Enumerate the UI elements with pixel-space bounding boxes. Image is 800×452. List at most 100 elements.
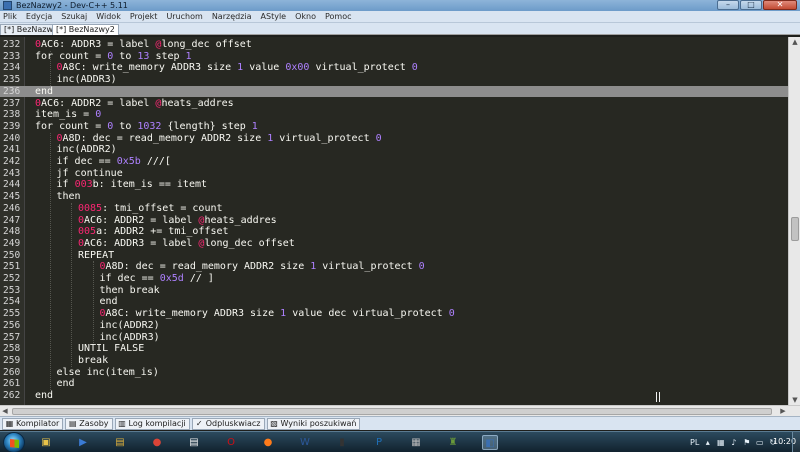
menu-item-projekt[interactable]: Projekt (130, 12, 158, 21)
code-token: long_dec offset (161, 39, 252, 50)
line-number: 256 (3, 319, 21, 331)
media-player-icon[interactable]: ▶ (75, 435, 91, 450)
code-line[interactable]: 237 0AC6: ADDR2 = label @heats_addres (0, 98, 788, 110)
code-line[interactable]: 238 item_is = 0 (0, 109, 788, 121)
network-icon[interactable]: ▦ (716, 438, 725, 447)
code-line[interactable]: 239 for count = 0 to 1032 {length} step 1 (0, 121, 788, 133)
explorer-icon[interactable]: ▣ (38, 435, 54, 450)
code-line[interactable]: 242 if dec == 0x5b ///[ (0, 156, 788, 168)
bottom-tab-5[interactable]: ▧ Wyniki poszukiwań (266, 417, 361, 430)
code-line[interactable]: 262 end (0, 390, 788, 402)
horizontal-scrollbar[interactable]: ◀ ▶ (0, 405, 800, 416)
maximize-button[interactable]: □ (740, 0, 762, 10)
bottom-tab-1[interactable]: ▦ Kompilator (2, 417, 64, 430)
code-line[interactable]: 254 end (0, 296, 788, 308)
code-token: 1 (251, 120, 258, 132)
menu-item-plik[interactable]: Plik (3, 12, 17, 21)
code-line[interactable]: 255 0A8C: write_memory ADDR3 size 1 value… (0, 308, 788, 320)
code-text: if 003b: item_is == itemt (57, 179, 208, 191)
menu-item-widok[interactable]: Widok (96, 12, 121, 21)
menu-item-narzędzia[interactable]: Narzędzia (212, 12, 252, 21)
tray-arrow-icon[interactable]: ▴ (703, 438, 712, 447)
code-line[interactable]: 250 REPEAT (0, 250, 788, 262)
code-text: inc(ADDR2) (100, 320, 160, 332)
code-line[interactable]: 252 if dec == 0x5d // ] (0, 273, 788, 285)
code-token: REPEAT (78, 249, 115, 261)
code-line[interactable]: 246 0085: tmi_offset = count (0, 203, 788, 215)
code-text: for count = 0 to 13 step 1 (35, 51, 192, 63)
minimize-button[interactable]: – (717, 0, 739, 10)
code-line[interactable]: 235 inc(ADDR3) (0, 74, 788, 86)
code-line[interactable]: 260 else inc(item_is) (0, 367, 788, 379)
game-icon[interactable]: ♜ (445, 435, 461, 450)
code-line[interactable]: 245 then (0, 191, 788, 203)
bottom-tab-3[interactable]: ▥ Log kompilacji (114, 417, 190, 430)
code-line[interactable]: 243 jf continue (0, 168, 788, 180)
code-line[interactable]: 236 end (0, 85, 788, 98)
terminal-icon[interactable]: ▮ (334, 435, 350, 450)
code-token: then break (99, 284, 160, 296)
power-icon[interactable]: ▭ (755, 438, 764, 447)
code-line[interactable]: 241 inc(ADDR2) (0, 144, 788, 156)
scroll-up-arrow-icon[interactable]: ▲ (789, 37, 800, 47)
code-editor[interactable]: 232 0AC6: ADDR3 = label @long_dec offset 2… (0, 37, 788, 405)
calculator-icon[interactable]: ▦ (408, 435, 424, 450)
show-desktop-button[interactable] (792, 432, 800, 452)
devcpp-icon[interactable]: ◧ (482, 435, 498, 450)
code-line[interactable]: 257 inc(ADDR3) (0, 332, 788, 344)
code-line[interactable]: 240 0A8D: dec = read_memory ADDR2 size 1 … (0, 133, 788, 145)
code-token: 0 (411, 62, 418, 74)
start-button[interactable] (3, 432, 25, 452)
compile-log-icon: ▥ (118, 419, 126, 428)
code-text: UNTIL FALSE (78, 343, 144, 355)
code-line[interactable]: 251 0A8D: dec = read_memory ADDR2 size 1 … (0, 261, 788, 273)
code-token: then (56, 191, 81, 203)
tab-2[interactable]: [*] BezNazwy2 (52, 24, 119, 35)
folder-icon[interactable]: ▤ (112, 435, 128, 450)
code-text: 0A8C: write_memory ADDR3 size 1 value 0x… (57, 62, 418, 74)
menu-item-edycja[interactable]: Edycja (26, 12, 52, 21)
code-line[interactable]: 261 end (0, 378, 788, 390)
language-indicator[interactable]: PL (690, 438, 699, 447)
code-line[interactable]: 247 0AC6: ADDR2 = label @heats_addres (0, 215, 788, 227)
volume-icon[interactable]: ♪ (729, 438, 738, 447)
scroll-right-arrow-icon[interactable]: ▶ (778, 406, 788, 416)
code-token: if (56, 179, 75, 191)
chrome-icon[interactable]: ● (149, 435, 165, 450)
flag-icon[interactable]: ⚑ (742, 438, 751, 447)
menu-item-pomoc[interactable]: Pomoc (325, 12, 352, 21)
opera-icon[interactable]: O (223, 435, 239, 450)
close-button[interactable]: ✕ (763, 0, 797, 10)
menu-item-okno[interactable]: Okno (295, 12, 316, 21)
code-line[interactable]: 232 0AC6: ADDR3 = label @long_dec offset (0, 39, 788, 51)
code-text: inc(ADDR3) (57, 74, 117, 86)
vertical-scroll-thumb[interactable] (791, 217, 799, 241)
code-token: inc(ADDR2) (56, 144, 117, 156)
notepad-icon[interactable]: ▤ (186, 435, 202, 450)
firefox-icon[interactable]: ● (260, 435, 276, 450)
horizontal-scroll-thumb[interactable] (12, 408, 772, 415)
code-line[interactable]: 256 inc(ADDR2) (0, 320, 788, 332)
code-line[interactable]: 244 if 003b: item_is == itemt (0, 179, 788, 191)
code-line[interactable]: 249 0AC6: ADDR3 = label @long_dec offset (0, 238, 788, 250)
code-line[interactable]: 234 0A8C: write_memory ADDR3 size 1 value… (0, 62, 788, 74)
line-number: 251 (3, 261, 21, 273)
menu-item-uruchom[interactable]: Uruchom (166, 12, 202, 21)
code-line[interactable]: 248 005a: ADDR2 += tmi_offset (0, 226, 788, 238)
code-line[interactable]: 258 UNTIL FALSE (0, 343, 788, 355)
bottom-tab-label: Wyniki poszukiwań (280, 418, 357, 428)
scroll-down-arrow-icon[interactable]: ▼ (789, 395, 800, 405)
photoshop-icon[interactable]: P (371, 435, 387, 450)
code-token: 0 (448, 308, 455, 320)
code-line[interactable]: 253 then break (0, 285, 788, 297)
vertical-scrollbar[interactable]: ▲ ▼ (788, 37, 800, 405)
scroll-left-arrow-icon[interactable]: ◀ (0, 406, 10, 416)
code-line[interactable]: 233 for count = 0 to 13 step 1 (0, 51, 788, 63)
menu-item-astyle[interactable]: AStyle (261, 12, 287, 21)
code-line[interactable]: 259 break (0, 355, 788, 367)
bottom-tab-4[interactable]: ✓ Odpluskwiacz (191, 417, 265, 430)
devcpp-app-icon (3, 1, 12, 10)
bottom-tab-2[interactable]: ▤ Zasoby (65, 417, 113, 430)
menu-item-szukaj[interactable]: Szukaj (61, 12, 87, 21)
word-icon[interactable]: W (297, 435, 313, 450)
